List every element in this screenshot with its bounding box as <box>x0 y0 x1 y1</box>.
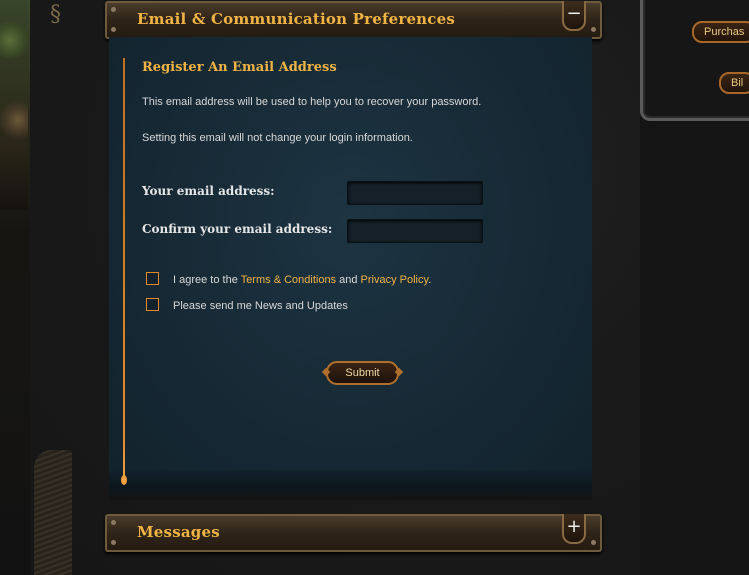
privacy-link[interactable]: Privacy Policy <box>361 274 429 286</box>
expand-toggle-icon[interactable]: + <box>562 514 586 544</box>
submit-button[interactable]: Submit <box>326 361 399 385</box>
recover-password-text: This email address will be used to help … <box>142 96 482 108</box>
news-updates-text: Please send me News and Updates <box>173 300 348 312</box>
agree-terms-checkbox[interactable] <box>146 272 159 285</box>
purchase-button[interactable]: Purchas <box>692 21 749 43</box>
accent-line-tip <box>121 475 127 485</box>
section-title: Email & Communication Preferences <box>137 10 456 28</box>
email-field[interactable] <box>347 181 483 205</box>
agree-prefix: I agree to the <box>173 274 241 286</box>
agree-terms-text: I agree to the Terms & Conditions and Pr… <box>173 274 431 286</box>
rivet <box>591 540 596 545</box>
billing-button[interactable]: Bil <box>719 72 749 94</box>
rivet <box>111 27 116 32</box>
left-ornament <box>34 450 72 575</box>
confirm-email-label: Confirm your email address: <box>142 222 333 236</box>
left-artwork <box>0 0 28 210</box>
messages-section-header[interactable]: Messages + <box>105 514 602 552</box>
accent-line <box>123 58 125 480</box>
messages-title: Messages <box>137 523 220 541</box>
rivet <box>111 520 116 525</box>
rivet <box>111 540 116 545</box>
panel-bottom-edge <box>109 470 592 500</box>
decorative-swirl-icon: § <box>50 2 61 27</box>
register-email-title: Register An Email Address <box>142 60 337 75</box>
agree-and: and <box>336 274 361 286</box>
account-side-panel <box>640 0 749 121</box>
email-section-header[interactable]: Email & Communication Preferences − <box>105 1 602 39</box>
email-label: Your email address: <box>142 184 275 198</box>
confirm-email-field[interactable] <box>347 219 483 243</box>
news-updates-checkbox[interactable] <box>146 298 159 311</box>
agree-suffix: . <box>428 274 432 286</box>
rivet <box>591 27 596 32</box>
login-info-text: Setting this email will not change your … <box>142 132 413 144</box>
collapse-toggle-icon[interactable]: − <box>562 1 586 31</box>
rivet <box>111 7 116 12</box>
terms-link[interactable]: Terms & Conditions <box>241 274 336 286</box>
